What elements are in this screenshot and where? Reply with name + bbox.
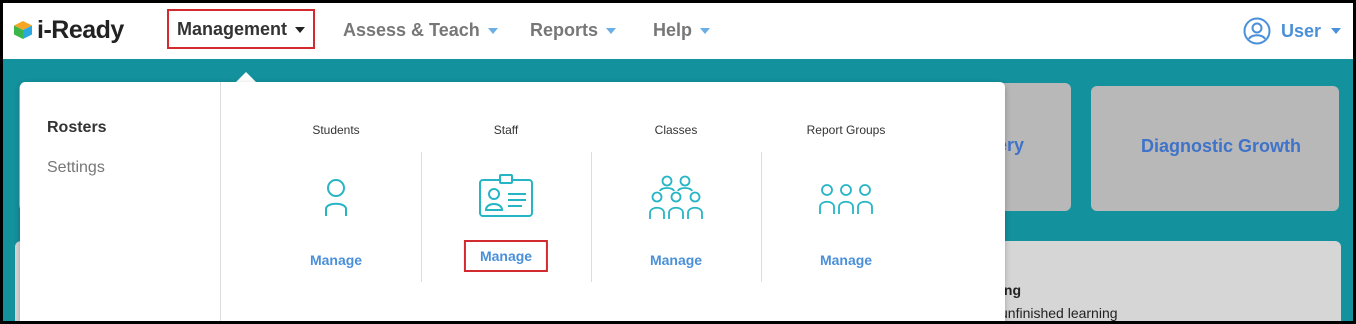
classes-icon (649, 175, 703, 219)
management-dropdown: Rosters Settings Students Manage Staff M… (20, 82, 1005, 321)
caret-down-icon (1331, 28, 1341, 34)
nav-help-label: Help (653, 19, 693, 40)
classes-manage-link[interactable]: Manage (650, 252, 702, 268)
report-groups-manage-link[interactable]: Manage (820, 252, 872, 268)
classes-title: Classes (654, 123, 698, 137)
staff-column: Staff Manage (421, 82, 591, 321)
report-groups-column: Report Groups Manage (761, 82, 931, 321)
top-nav: i-Ready Management Assess & Teach Report… (3, 3, 1353, 59)
nav-reports[interactable]: Reports (530, 17, 617, 43)
dropdown-sidebar: Rosters Settings (20, 82, 221, 321)
diagnostic-growth-card[interactable]: Diagnostic Growth (1091, 86, 1339, 211)
students-manage-link[interactable]: Manage (310, 252, 362, 268)
logo-text: i-Ready (37, 15, 124, 44)
user-avatar-icon (1243, 17, 1271, 45)
students-column: Students Manage (251, 82, 421, 321)
nav-help[interactable]: Help (653, 17, 711, 43)
staff-badge-icon (479, 174, 533, 217)
lower-card-text: unfinished learning (1000, 305, 1118, 321)
nav-assess-teach-label: Assess & Teach (343, 19, 480, 40)
caret-down-icon (487, 28, 498, 34)
caret-down-icon (700, 28, 711, 34)
nav-management[interactable]: Management (167, 9, 316, 49)
diagnostic-growth-label: Diagnostic Growth (1141, 136, 1302, 156)
caret-down-icon (606, 28, 617, 34)
user-label: User (1280, 20, 1321, 41)
logo[interactable]: i-Ready (13, 15, 124, 45)
nav-reports-label: Reports (530, 19, 599, 40)
nav-management-label: Management (177, 18, 288, 39)
staff-manage-link[interactable]: Manage (463, 240, 549, 272)
student-icon (325, 179, 347, 216)
classes-column: Classes Manage (591, 82, 761, 321)
report-groups-title: Report Groups (806, 123, 886, 137)
report-groups-icon (819, 184, 873, 214)
sidebar-item-settings[interactable]: Settings (47, 159, 105, 177)
app-window: i-Ready Management Assess & Teach Report… (3, 3, 1353, 321)
students-title: Students (312, 123, 360, 137)
nav-assess-teach[interactable]: Assess & Teach (343, 17, 498, 43)
staff-title: Staff (493, 123, 519, 137)
caret-down-icon (295, 27, 306, 33)
sidebar-item-rosters[interactable]: Rosters (47, 119, 107, 137)
logo-cube-icon (14, 21, 32, 39)
user-menu[interactable]: User (1243, 17, 1341, 45)
